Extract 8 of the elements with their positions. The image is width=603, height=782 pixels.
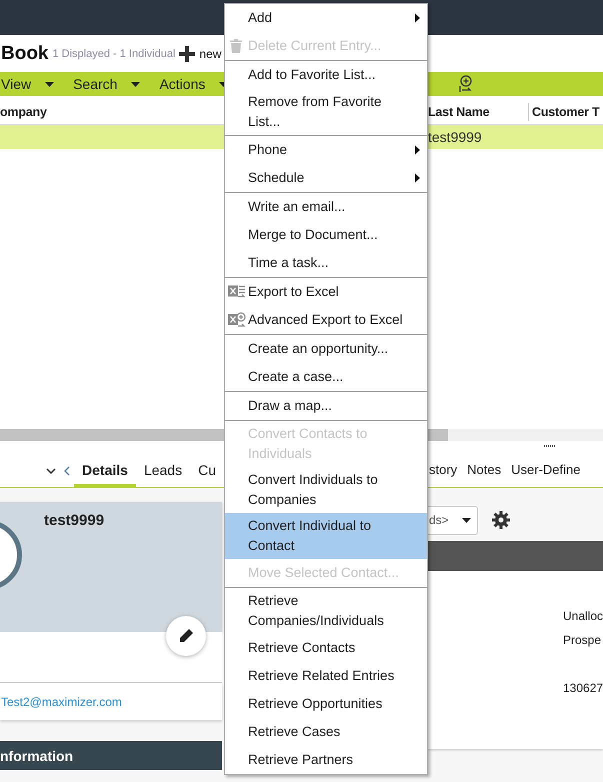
section-header: nformation bbox=[0, 741, 222, 770]
contact-name: test9999 bbox=[44, 512, 104, 529]
record-summary: 1 Displayed - 1 Individual bbox=[52, 48, 176, 60]
table-cell-text: test9999 bbox=[428, 128, 483, 147]
page-title: Book bbox=[1, 42, 48, 64]
field-value: Prospe bbox=[563, 633, 602, 647]
field-value: Unalloc bbox=[563, 609, 603, 623]
field-value: 130627 bbox=[563, 681, 603, 695]
